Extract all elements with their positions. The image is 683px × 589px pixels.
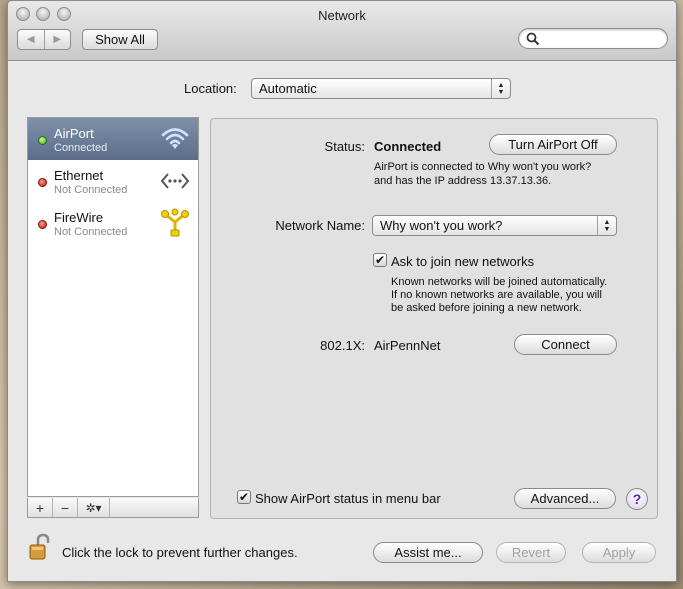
service-name: FireWire: [54, 210, 104, 225]
search-icon: [526, 32, 540, 46]
status-indicator-red: [38, 220, 47, 229]
lock-message: Click the lock to prevent further change…: [62, 545, 298, 560]
status-indicator-red: [38, 178, 47, 187]
service-status: Not Connected: [54, 226, 128, 238]
service-status: Connected: [54, 142, 108, 154]
ethernet-icon: [160, 173, 190, 189]
back-button[interactable]: ◀: [18, 30, 44, 49]
revert-button[interactable]: Revert: [496, 542, 566, 563]
location-popup[interactable]: Automatic ▲ ▼: [251, 78, 511, 99]
action-menu-button[interactable]: ✲▾: [78, 498, 110, 517]
service-list: AirPort Connected Ethernet Not Connected…: [27, 117, 199, 497]
popup-arrows-icon: ▲ ▼: [491, 79, 510, 98]
window-title: Network: [318, 8, 366, 23]
service-list-toolbar: + − ✲▾: [27, 498, 199, 518]
service-item-airport[interactable]: AirPort Connected: [28, 118, 198, 160]
title-bar: Network ◀ ▶ Show All: [8, 1, 676, 61]
status-value: Connected: [374, 139, 442, 154]
service-name: AirPort: [54, 126, 94, 141]
dot1x-value: AirPennNet: [374, 338, 441, 353]
status-description-line2: and has the IP address 13.37.13.36.: [374, 175, 552, 187]
ask-description-line2: If no known networks are available, you …: [391, 289, 602, 301]
advanced-button[interactable]: Advanced...: [514, 488, 616, 509]
remove-service-button[interactable]: −: [53, 498, 78, 517]
popup-arrows-icon: ▲ ▼: [597, 216, 616, 235]
status-description-line1: AirPort is connected to Why won't you wo…: [374, 161, 592, 173]
search-field[interactable]: [518, 28, 668, 49]
network-name-label: Network Name:: [275, 218, 365, 233]
location-label: Location:: [184, 81, 237, 96]
service-status: Not Connected: [54, 184, 128, 196]
help-button[interactable]: ?: [626, 488, 648, 510]
network-name-popup[interactable]: Why won't you work? ▲ ▼: [372, 215, 617, 236]
service-item-firewire[interactable]: FireWire Not Connected: [28, 202, 198, 244]
network-preferences-window: Network ◀ ▶ Show All Location: Automatic…: [7, 0, 677, 582]
turn-airport-off-button[interactable]: Turn AirPort Off: [489, 134, 617, 155]
status-indicator-green: [38, 136, 47, 145]
location-value: Automatic: [259, 81, 317, 96]
show-airport-status-checkbox[interactable]: ✔: [237, 490, 251, 504]
forward-button[interactable]: ▶: [43, 30, 71, 49]
add-service-button[interactable]: +: [28, 498, 53, 517]
show-all-button[interactable]: Show All: [82, 29, 158, 50]
firewire-icon: [161, 208, 189, 237]
apply-button[interactable]: Apply: [582, 542, 656, 563]
service-name: Ethernet: [54, 168, 104, 183]
status-label: Status:: [324, 139, 365, 154]
ask-to-join-label: Ask to join new networks: [391, 254, 535, 269]
ask-to-join-checkbox[interactable]: ✔: [373, 253, 387, 267]
service-item-ethernet[interactable]: Ethernet Not Connected: [28, 160, 198, 202]
ask-description-line3: be asked before joining a new network.: [391, 302, 582, 314]
assist-me-button[interactable]: Assist me...: [373, 542, 483, 563]
wifi-icon: [161, 128, 189, 149]
service-detail-panel: Status: Connected Turn AirPort Off AirPo…: [210, 118, 658, 519]
show-airport-status-label: Show AirPort status in menu bar: [255, 491, 441, 506]
ask-description-line1: Known networks will be joined automatica…: [391, 276, 608, 288]
dot1x-label: 802.1X:: [320, 338, 365, 353]
network-name-value: Why won't you work?: [380, 218, 503, 233]
lock-icon[interactable]: [28, 533, 54, 561]
connect-button[interactable]: Connect: [514, 334, 617, 355]
nav-back-forward: ◀ ▶: [17, 29, 71, 50]
